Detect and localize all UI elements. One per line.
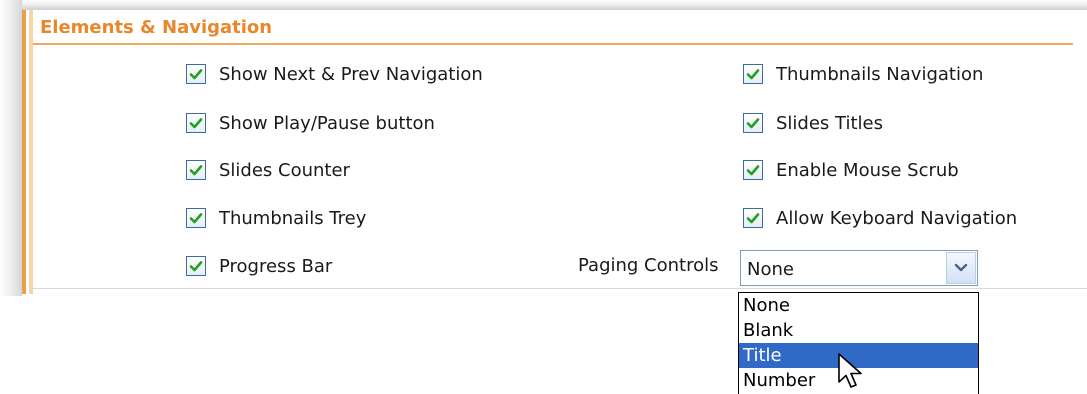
checkbox-thumbnails-navigation[interactable] [743, 64, 763, 84]
checkbox-allow-keyboard-navigation[interactable] [743, 208, 763, 228]
checkbox-thumbnails-trey[interactable] [186, 208, 206, 228]
option-label: Slides Counter [219, 159, 350, 181]
checkmark-icon [189, 69, 203, 80]
checkbox-slides-titles[interactable] [743, 113, 763, 133]
section-title: Elements & Navigation [40, 17, 273, 38]
option-label: Thumbnails Trey [219, 207, 367, 229]
option-label: Progress Bar [219, 255, 333, 277]
panel-left-border [22, 10, 26, 294]
checkbox-show-play-pause[interactable] [186, 113, 206, 133]
checkmark-icon [746, 118, 760, 129]
chevron-down-icon [954, 263, 968, 272]
panel-bottom-border [33, 288, 1087, 289]
checkbox-progress-bar[interactable] [186, 256, 206, 276]
checkmark-icon [746, 213, 760, 224]
option-label: Thumbnails Navigation [776, 63, 984, 85]
option-label: Enable Mouse Scrub [776, 159, 959, 181]
checkbox-show-next-prev[interactable] [186, 64, 206, 84]
option-show-next-prev[interactable]: Show Next & Prev Navigation [186, 61, 483, 87]
window-shadow-left [0, 0, 22, 296]
option-show-play-pause[interactable]: Show Play/Pause button [186, 110, 435, 136]
option-progress-bar[interactable]: Progress Bar [186, 253, 332, 279]
checkmark-icon [746, 69, 760, 80]
option-slides-counter[interactable]: Slides Counter [186, 157, 350, 183]
paging-controls-label: Paging Controls [578, 255, 719, 276]
option-thumbnails-trey[interactable]: Thumbnails Trey [186, 205, 366, 231]
mouse-pointer-icon [838, 353, 862, 388]
option-label: Slides Titles [776, 112, 883, 134]
option-label: Allow Keyboard Navigation [776, 207, 1018, 229]
dropdown-button[interactable] [946, 252, 976, 284]
checkmark-icon [189, 165, 203, 176]
checkmark-icon [189, 261, 203, 272]
panel-left-border-inner [29, 10, 33, 294]
option-enable-mouse-scrub[interactable]: Enable Mouse Scrub [743, 157, 959, 183]
select-value: None [747, 259, 794, 280]
option-allow-keyboard-navigation[interactable]: Allow Keyboard Navigation [743, 205, 1017, 231]
window-shadow-top [22, 0, 1087, 10]
checkmark-icon [189, 213, 203, 224]
option-label: Show Play/Pause button [219, 112, 435, 134]
option-slides-titles[interactable]: Slides Titles [743, 110, 883, 136]
dropdown-option-none[interactable]: None [739, 293, 978, 318]
checkmark-icon [746, 165, 760, 176]
paging-controls-select[interactable]: None [740, 250, 978, 286]
checkbox-slides-counter[interactable] [186, 160, 206, 180]
option-thumbnails-navigation[interactable]: Thumbnails Navigation [743, 61, 983, 87]
section-divider [33, 43, 1073, 45]
checkbox-enable-mouse-scrub[interactable] [743, 160, 763, 180]
checkmark-icon [189, 118, 203, 129]
option-label: Show Next & Prev Navigation [219, 63, 483, 85]
dropdown-option-blank[interactable]: Blank [739, 318, 978, 343]
